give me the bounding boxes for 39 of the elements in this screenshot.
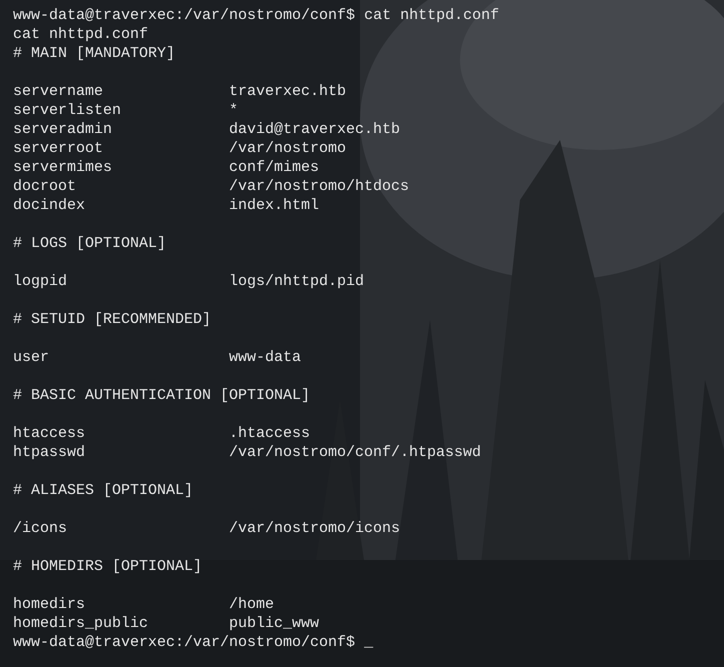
output-line: # MAIN [MANDATORY] [13,44,176,63]
config-key: /icons [13,519,229,538]
shell-prompt: www-data@traverxec:/var/nostromo/conf$ [13,633,356,652]
output-line: # LOGS [OPTIONAL] [13,234,166,253]
config-key: serveradmin [13,120,229,139]
config-value: .htaccess [229,424,310,443]
config-value: david@traverxec.htb [229,120,400,139]
config-key: htpasswd [13,443,229,462]
config-value: /var/nostromo [229,139,346,158]
output-line: # BASIC AUTHENTICATION [OPTIONAL] [13,386,310,405]
shell-prompt: www-data@traverxec:/var/nostromo/conf$ [13,6,356,25]
shell-command: cat nhttpd.conf [364,6,500,25]
config-key: docindex [13,196,229,215]
config-key: htaccess [13,424,229,443]
config-value: * [229,101,238,120]
config-value: /var/nostromo/conf/.htpasswd [229,443,482,462]
config-key: serverlisten [13,101,229,120]
config-key: logpid [13,272,229,291]
config-key: servername [13,82,229,101]
config-value: index.html [229,196,320,215]
config-value: conf/mimes [229,158,320,177]
output-line: # SETUID [RECOMMENDED] [13,310,212,329]
config-value: logs/nhttpd.pid [229,272,364,291]
config-key: user [13,348,229,367]
text-cursor: _ [364,633,374,652]
config-key: servermimes [13,158,229,177]
config-value: traverxec.htb [229,82,346,101]
output-line: # ALIASES [OPTIONAL] [13,481,194,500]
output-line: # HOMEDIRS [OPTIONAL] [13,557,202,576]
config-value: www-data [229,348,302,367]
config-key: homedirs [13,595,229,614]
config-value: /home [229,595,274,614]
config-value: /var/nostromo/icons [229,519,400,538]
config-key: docroot [13,177,229,196]
config-value: public_www [229,614,320,633]
config-key: homedirs_public [13,614,229,633]
config-key: serverroot [13,139,229,158]
config-value: /var/nostromo/htdocs [229,177,410,196]
output-line: cat nhttpd.conf [13,25,148,44]
